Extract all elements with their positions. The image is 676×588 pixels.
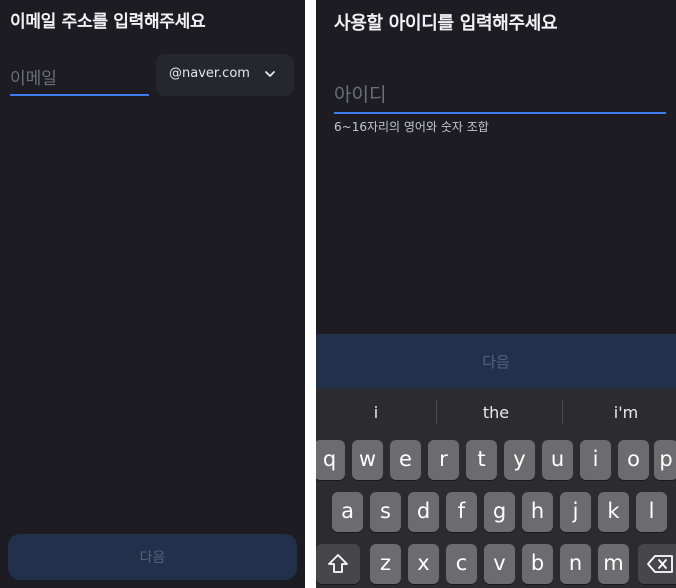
page-title: 사용할 아이디를 입력해주세요	[334, 13, 558, 34]
key-o[interactable]: o	[618, 440, 649, 480]
shift-key[interactable]	[316, 544, 360, 584]
backspace-key[interactable]	[638, 544, 676, 584]
shift-icon	[328, 554, 348, 573]
key-w[interactable]: w	[352, 440, 383, 480]
domain-value: @naver.com	[169, 66, 250, 81]
key-q[interactable]: q	[316, 440, 345, 480]
key-h[interactable]: h	[522, 492, 553, 532]
key-a[interactable]: a	[332, 492, 363, 532]
id-field-container	[334, 78, 666, 114]
key-j[interactable]: j	[560, 492, 591, 532]
suggestion-divider	[562, 400, 563, 424]
key-x[interactable]: x	[408, 544, 439, 584]
id-field[interactable]	[334, 80, 666, 110]
key-u[interactable]: u	[542, 440, 573, 480]
key-r[interactable]: r	[428, 440, 459, 480]
key-i[interactable]: i	[580, 440, 611, 480]
email-field-container	[10, 62, 149, 96]
key-v[interactable]: v	[484, 544, 515, 584]
backspace-icon	[647, 555, 673, 573]
key-d[interactable]: d	[408, 492, 439, 532]
key-e[interactable]: e	[390, 440, 421, 480]
key-z[interactable]: z	[370, 544, 401, 584]
key-s[interactable]: s	[370, 492, 401, 532]
domain-select[interactable]: @naver.com	[156, 54, 294, 96]
key-n[interactable]: n	[560, 544, 591, 584]
key-y[interactable]: y	[504, 440, 535, 480]
key-p[interactable]: p	[654, 440, 676, 480]
email-field[interactable]	[10, 66, 149, 92]
next-button-label: 다음	[482, 353, 510, 371]
suggestion-1[interactable]: i	[316, 403, 436, 422]
keyboard: i the i'm q w e r t y u i o p a s d f g …	[316, 388, 676, 588]
next-button[interactable]: 다음	[316, 334, 676, 388]
key-f[interactable]: f	[446, 492, 477, 532]
chevron-down-icon	[265, 71, 275, 77]
key-t[interactable]: t	[466, 440, 497, 480]
suggestion-3[interactable]: i'm	[566, 403, 676, 422]
key-c[interactable]: c	[446, 544, 477, 584]
email-screen: 이메일 주소를 입력해주세요 @naver.com 다음	[0, 0, 305, 588]
key-g[interactable]: g	[484, 492, 515, 532]
key-l[interactable]: l	[636, 492, 667, 532]
key-k[interactable]: k	[598, 492, 629, 532]
key-m[interactable]: m	[598, 544, 629, 584]
next-button-label: 다음	[139, 550, 166, 566]
id-screen: 사용할 아이디를 입력해주세요 6~16자리의 영어와 숫자 조합 다음 i t…	[316, 0, 676, 588]
suggestion-2[interactable]: the	[436, 403, 556, 422]
next-button[interactable]: 다음	[8, 534, 297, 580]
key-b[interactable]: b	[522, 544, 553, 584]
page-title: 이메일 주소를 입력해주세요	[10, 12, 206, 32]
id-hint-text: 6~16자리의 영어와 숫자 조합	[334, 120, 489, 134]
